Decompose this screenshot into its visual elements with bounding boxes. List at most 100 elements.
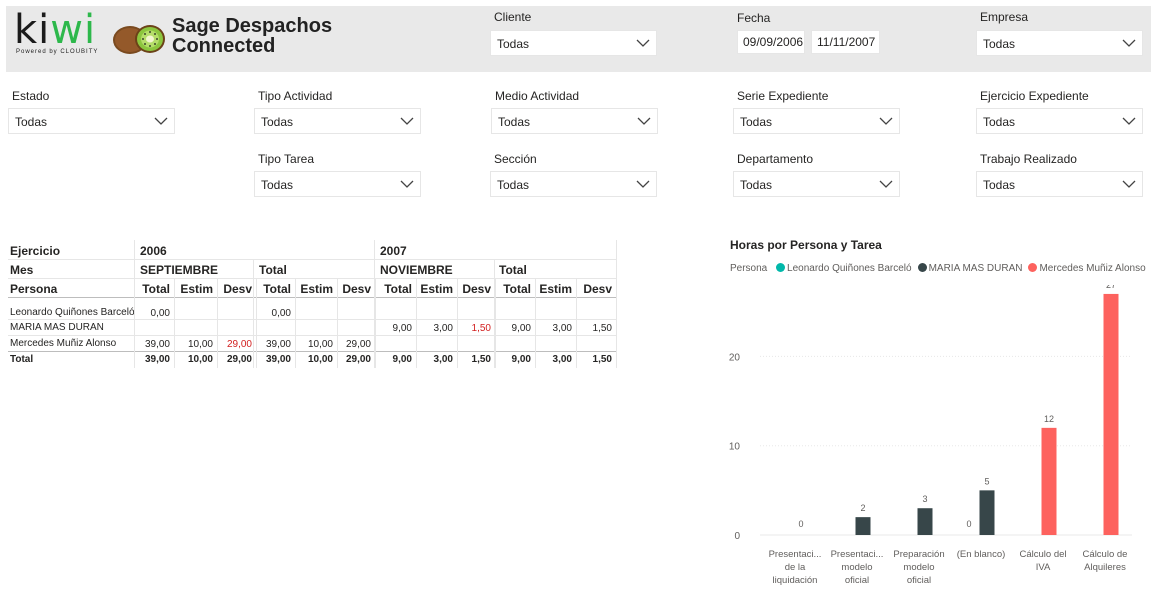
x-tick-label: Cálculo de bbox=[1083, 549, 1128, 560]
ejercicio-expediente-label: Ejercicio Expediente bbox=[980, 89, 1089, 103]
month-sep-header[interactable]: SEPTIEMBRE bbox=[140, 263, 218, 277]
column-header[interactable]: Estim bbox=[535, 282, 572, 296]
seccion-dropdown[interactable]: Todas bbox=[490, 171, 657, 197]
table-total-cell: 39,00 bbox=[265, 354, 291, 365]
table-cell: 3,00 bbox=[433, 323, 453, 334]
table-divider bbox=[217, 278, 218, 368]
bar bbox=[855, 517, 871, 535]
data-label: 3 bbox=[922, 494, 927, 504]
serie-expediente-value: Todas bbox=[740, 115, 773, 129]
matrix-table: Ejercicio 2006 2007 Mes SEPTIEMBRE Total… bbox=[8, 240, 617, 370]
empresa-value: Todas bbox=[983, 37, 1016, 51]
x-tick-label: oficial bbox=[845, 575, 869, 586]
fecha-end-input[interactable]: 11/11/2007 bbox=[811, 30, 880, 54]
column-header[interactable]: Total bbox=[134, 282, 170, 296]
table-total-cell: 3,00 bbox=[433, 354, 453, 365]
x-tick-label: Presentaci... bbox=[769, 549, 822, 560]
table-divider bbox=[535, 278, 536, 368]
departamento-label: Departamento bbox=[737, 152, 814, 166]
year-2006-header[interactable]: 2006 bbox=[140, 244, 167, 258]
table-cell: 10,00 bbox=[307, 339, 333, 350]
cliente-dropdown[interactable]: Todas bbox=[490, 30, 657, 56]
ejercicio-expediente-dropdown[interactable]: Todas bbox=[976, 108, 1143, 134]
estado-dropdown[interactable]: Todas bbox=[8, 108, 175, 134]
month-nov-header[interactable]: NOVIEMBRE bbox=[380, 263, 453, 277]
chevron-down-icon bbox=[400, 180, 414, 188]
data-label: 12 bbox=[1044, 414, 1054, 424]
total-2006-header: Total bbox=[259, 263, 287, 277]
year-2007-header[interactable]: 2007 bbox=[380, 244, 407, 258]
fecha-start-input[interactable]: 09/09/2006 bbox=[737, 30, 805, 54]
table-cell: 3,00 bbox=[552, 323, 572, 334]
legend-item[interactable]: Leonardo Quiñones Barceló bbox=[787, 263, 912, 274]
x-tick-label: Presentaci... bbox=[831, 549, 884, 560]
chart-legend: Persona Leonardo Quiñones Barceló MARIA M… bbox=[730, 263, 1146, 274]
medio-actividad-dropdown[interactable]: Todas bbox=[491, 108, 658, 134]
chevron-down-icon bbox=[636, 180, 650, 188]
tipo-actividad-dropdown[interactable]: Todas bbox=[254, 108, 421, 134]
ejercicio-expediente-value: Todas bbox=[983, 115, 1016, 129]
column-header[interactable]: Estim bbox=[295, 282, 333, 296]
table-row-persona: Mercedes Muñiz Alonso bbox=[10, 338, 117, 349]
tipo-tarea-value: Todas bbox=[261, 178, 294, 192]
bar bbox=[1041, 427, 1057, 535]
chevron-down-icon bbox=[1122, 39, 1136, 47]
column-header[interactable]: Total bbox=[256, 282, 291, 296]
row-header-ejercicio: Ejercicio bbox=[10, 244, 61, 258]
legend-item[interactable]: MARIA MAS DURAN bbox=[929, 263, 1023, 274]
trabajo-realizado-dropdown[interactable]: Todas bbox=[976, 171, 1143, 197]
bar bbox=[1103, 293, 1119, 535]
x-tick-label: Preparación bbox=[893, 549, 944, 560]
x-tick-label: IVA bbox=[1036, 562, 1051, 573]
legend-item[interactable]: Mercedes Muñiz Alonso bbox=[1039, 263, 1145, 274]
table-total-cell: 3,00 bbox=[552, 354, 572, 365]
empresa-dropdown[interactable]: Todas bbox=[976, 30, 1143, 56]
bar bbox=[917, 508, 933, 535]
legend-title: Persona bbox=[730, 263, 768, 274]
x-tick-label: Cálculo del bbox=[1020, 549, 1067, 560]
x-tick-label: Alquileres bbox=[1084, 562, 1126, 573]
departamento-dropdown[interactable]: Todas bbox=[733, 171, 900, 197]
y-tick-label: 0 bbox=[734, 531, 740, 542]
table-cell: 1,50 bbox=[592, 323, 612, 334]
tipo-tarea-dropdown[interactable]: Todas bbox=[254, 171, 421, 197]
data-label: 0 bbox=[966, 519, 971, 529]
tipo-actividad-value: Todas bbox=[261, 115, 294, 129]
logo-letter: w bbox=[50, 7, 85, 53]
tipo-tarea-label: Tipo Tarea bbox=[258, 152, 315, 166]
fecha-label: Fecha bbox=[737, 11, 771, 25]
y-tick-label: 20 bbox=[729, 352, 741, 363]
table-divider bbox=[134, 240, 135, 368]
table-divider bbox=[8, 259, 616, 260]
bar-chart: 01020Presentaci...de laliquidación0Prese… bbox=[729, 285, 1132, 586]
empresa-label: Empresa bbox=[980, 10, 1029, 24]
column-header[interactable]: Desv bbox=[576, 282, 612, 296]
table-divider bbox=[8, 278, 616, 279]
medio-actividad-label: Medio Actividad bbox=[495, 89, 580, 103]
total-2007-header: Total bbox=[499, 263, 527, 277]
column-header[interactable]: Estim bbox=[174, 282, 213, 296]
row-header-persona: Persona bbox=[10, 282, 58, 296]
column-header[interactable]: Desv bbox=[337, 282, 371, 296]
column-header[interactable]: Total bbox=[495, 282, 531, 296]
column-header[interactable]: Estim bbox=[416, 282, 453, 296]
column-header[interactable]: Desv bbox=[217, 282, 252, 296]
tipo-actividad-label: Tipo Actividad bbox=[258, 89, 333, 103]
departamento-value: Todas bbox=[740, 178, 773, 192]
table-cell: 29,00 bbox=[345, 339, 371, 350]
legend-dot bbox=[1028, 263, 1038, 272]
serie-expediente-dropdown[interactable]: Todas bbox=[733, 108, 900, 134]
table-total-cell: 10,00 bbox=[187, 354, 213, 365]
legend-dot bbox=[917, 263, 927, 272]
bar bbox=[979, 490, 995, 535]
table-divider bbox=[457, 278, 458, 368]
logo-letter: i bbox=[84, 7, 97, 53]
data-label: 27 bbox=[1106, 285, 1116, 290]
column-header[interactable]: Total bbox=[375, 282, 412, 296]
column-header[interactable]: Desv bbox=[457, 282, 491, 296]
chevron-down-icon bbox=[154, 117, 168, 125]
logo-subtitle: Powered by CLOUBITY bbox=[16, 49, 99, 55]
table-divider bbox=[253, 259, 254, 368]
chevron-down-icon bbox=[636, 39, 650, 47]
chevron-down-icon bbox=[1122, 180, 1136, 188]
